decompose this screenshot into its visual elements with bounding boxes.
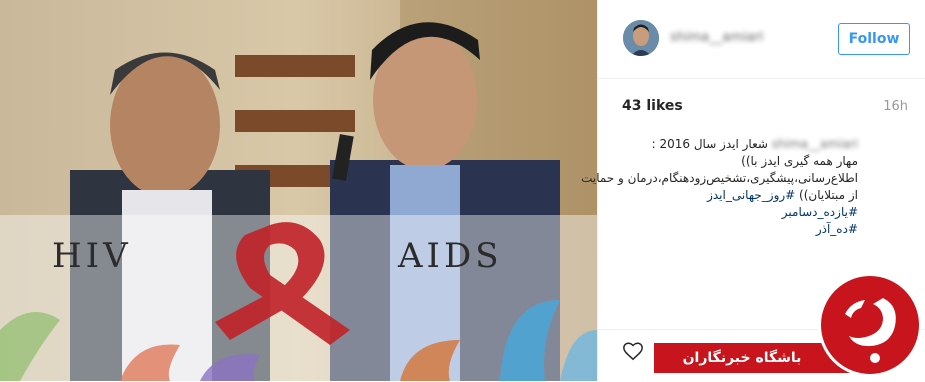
hashtag-link[interactable]: #یازده_دسامبر <box>620 204 858 221</box>
caption-text-4: از مبتلایان)) <box>799 188 858 202</box>
avatar-image <box>623 20 659 56</box>
image-text-aids: AIDS <box>398 236 503 276</box>
post-header: shima__amiari Follow <box>598 0 925 79</box>
post-photo <box>0 0 597 381</box>
hashtag-link[interactable]: #ده_آذر <box>620 221 858 238</box>
caption-username[interactable]: shima__amiari <box>772 136 858 153</box>
caption-line-3: اطلاع‌رسانی،پیشگیری،تشخیص‌زودهنگام،درمان… <box>581 171 858 185</box>
yjc-logo-icon <box>818 273 922 377</box>
caption-line-1: shima__amiari شعار ایدز سال 2016 : <box>620 136 858 153</box>
heart-icon[interactable] <box>622 340 644 362</box>
post-image[interactable]: HIV AIDS <box>0 0 597 381</box>
caption-line-2: مهار همه گیری ایدز با)) <box>741 154 858 168</box>
post-time[interactable]: 16h <box>883 99 908 114</box>
hashtag-link[interactable]: #روز_جهانی_ایدز <box>707 188 795 202</box>
image-text-hiv: HIV <box>52 236 132 276</box>
avatar[interactable] <box>623 20 659 56</box>
likes-count[interactable]: 43 likes <box>622 98 683 114</box>
username[interactable]: shima__amiari <box>670 30 770 45</box>
caption-text-1: شعار ایدز سال 2016 : <box>651 137 768 151</box>
post-caption: shima__amiari شعار ایدز سال 2016 : مهار … <box>581 136 858 238</box>
follow-button[interactable]: Follow <box>838 23 910 55</box>
caption-line-4: از مبتلایان)) #روز_جهانی_ایدز <box>620 187 858 204</box>
